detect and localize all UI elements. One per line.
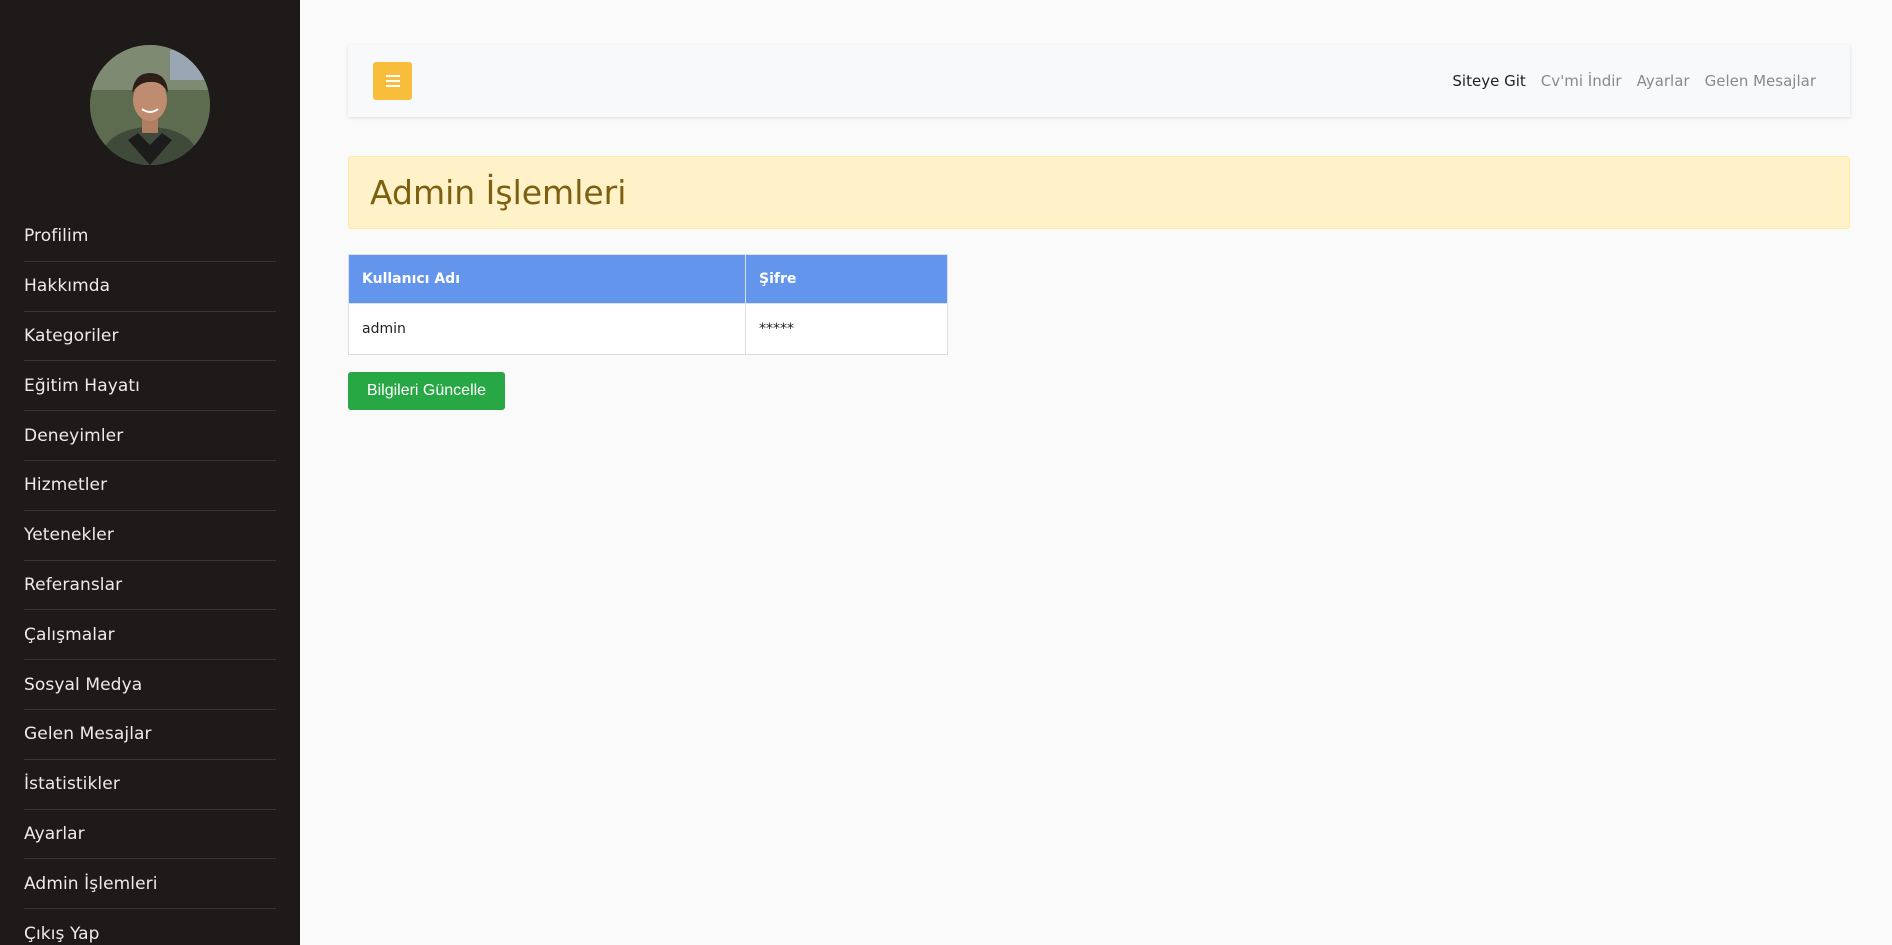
sidebar-item-label[interactable]: Gelen Mesajlar <box>24 724 152 744</box>
sidebar-item-egitim-hayati[interactable]: Eğitim Hayatı <box>24 361 276 412</box>
sidebar-nav: Profilim Hakkımda Kategoriler Eğitim Hay… <box>24 212 276 945</box>
sidebar-item-profilim[interactable]: Profilim <box>24 212 276 262</box>
avatar[interactable] <box>90 45 210 165</box>
top-link-gelen-mesajlar[interactable]: Gelen Mesajlar <box>1705 72 1816 90</box>
sidebar-item-calismalar[interactable]: Çalışmalar <box>24 610 276 661</box>
sidebar-item-ayarlar[interactable]: Ayarlar <box>24 810 276 860</box>
sidebar-item-hizmetler[interactable]: Hizmetler <box>24 461 276 511</box>
sidebar-item-label[interactable]: Çıkış Yap <box>24 924 100 944</box>
top-link-cv-indir[interactable]: Cv'mi İndir <box>1541 72 1622 90</box>
table-row: admin ***** <box>348 303 948 355</box>
sidebar-item-label[interactable]: Profilim <box>24 226 88 246</box>
sidebar: Profilim Hakkımda Kategoriler Eğitim Hay… <box>0 0 300 945</box>
sidebar-item-label[interactable]: Hizmetler <box>24 475 107 495</box>
admin-table: Kullanıcı Adı Şifre admin ***** <box>348 254 948 355</box>
update-info-button[interactable]: Bilgileri Güncelle <box>348 372 505 410</box>
column-header-password: Şifre <box>745 254 948 304</box>
sidebar-item-kategoriler[interactable]: Kategoriler <box>24 312 276 362</box>
sidebar-item-gelen-mesajlar[interactable]: Gelen Mesajlar <box>24 710 276 760</box>
sidebar-item-label[interactable]: Yetenekler <box>24 525 114 545</box>
top-link-ayarlar[interactable]: Ayarlar <box>1637 72 1690 90</box>
sidebar-item-label[interactable]: Referanslar <box>24 575 122 595</box>
sidebar-item-hakkimda[interactable]: Hakkımda <box>24 262 276 312</box>
top-link-siteye-git[interactable]: Siteye Git <box>1452 72 1525 90</box>
page-title-banner: Admin İşlemleri <box>348 156 1850 229</box>
sidebar-item-admin-islemleri[interactable]: Admin İşlemleri <box>24 859 276 910</box>
sidebar-item-label[interactable]: Deneyimler <box>24 426 123 446</box>
sidebar-toggle-button[interactable] <box>373 62 412 100</box>
sidebar-item-label[interactable]: Hakkımda <box>24 276 110 296</box>
top-nav: Siteye Git Cv'mi İndir Ayarlar Gelen Mes… <box>1452 45 1816 117</box>
sidebar-item-label[interactable]: İstatistikler <box>24 774 120 794</box>
admin-table-container: Kullanıcı Adı Şifre admin ***** <box>348 254 948 355</box>
page-title: Admin İşlemleri <box>370 173 627 212</box>
sidebar-item-label[interactable]: Eğitim Hayatı <box>24 376 140 396</box>
sidebar-item-label[interactable]: Admin İşlemleri <box>24 874 158 894</box>
sidebar-item-istatistikler[interactable]: İstatistikler <box>24 760 276 810</box>
sidebar-item-cikis-yap[interactable]: Çıkış Yap <box>24 909 276 945</box>
sidebar-item-label[interactable]: Ayarlar <box>24 824 85 844</box>
sidebar-item-sosyal-medya[interactable]: Sosyal Medya <box>24 660 276 710</box>
topbar: Siteye Git Cv'mi İndir Ayarlar Gelen Mes… <box>348 45 1850 117</box>
menu-icon <box>385 75 400 87</box>
sidebar-item-yetenekler[interactable]: Yetenekler <box>24 511 276 561</box>
sidebar-item-label[interactable]: Sosyal Medya <box>24 675 142 695</box>
cell-password: ***** <box>745 303 948 355</box>
column-header-username: Kullanıcı Adı <box>348 254 746 304</box>
sidebar-item-deneyimler[interactable]: Deneyimler <box>24 411 276 461</box>
sidebar-item-label[interactable]: Kategoriler <box>24 326 119 346</box>
sidebar-item-referanslar[interactable]: Referanslar <box>24 561 276 611</box>
sidebar-item-label[interactable]: Çalışmalar <box>24 625 115 645</box>
cell-username: admin <box>348 303 746 355</box>
table-header-row: Kullanıcı Adı Şifre <box>348 254 948 304</box>
avatar-image <box>90 45 210 165</box>
